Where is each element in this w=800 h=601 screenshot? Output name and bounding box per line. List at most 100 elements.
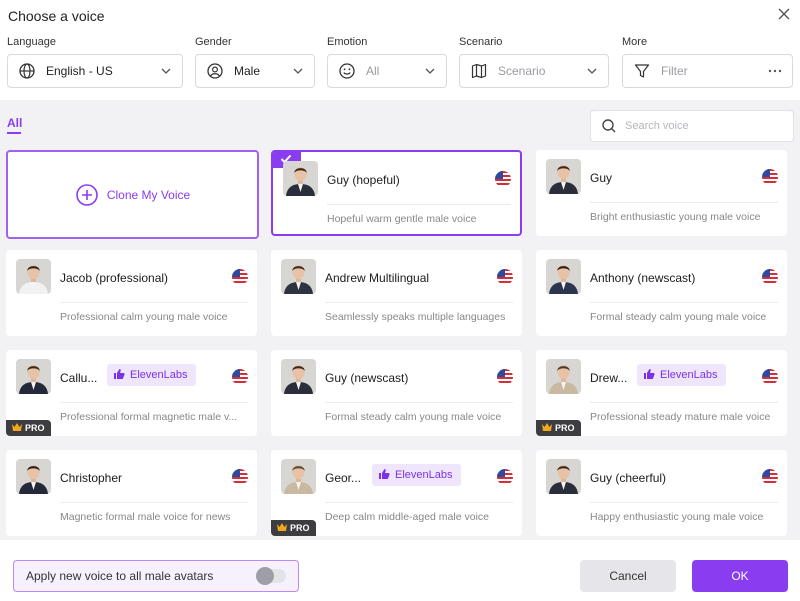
voice-description: Professional formal magnetic male v... — [60, 411, 238, 423]
thumbs-up-icon — [113, 368, 130, 383]
close-icon[interactable] — [776, 6, 792, 22]
voice-description: Seamlessly speaks multiple languages — [325, 311, 506, 323]
voice-description: Hopeful warm gentle male voice — [327, 213, 477, 225]
search-icon — [602, 119, 616, 133]
voice-description: Magnetic formal male voice for news — [60, 511, 231, 523]
clone-my-voice-card[interactable]: Clone My Voice — [6, 150, 259, 239]
pro-badge: PRO — [536, 420, 581, 436]
us-flag-icon — [762, 469, 778, 485]
more-filter-button[interactable]: Filter — [622, 54, 793, 88]
emotion-label: Emotion — [327, 36, 368, 48]
emotion-select[interactable]: All — [327, 54, 447, 88]
voice-card[interactable]: Guy (hopeful) Hopeful warm gentle male vo… — [271, 150, 522, 236]
card-divider — [325, 502, 513, 503]
voice-card[interactable]: Guy (newscast) Formal steady calm young m… — [271, 350, 522, 436]
apply-all-toggle[interactable] — [256, 567, 286, 585]
user-circle-icon — [207, 63, 223, 79]
language-select[interactable]: English - US — [7, 54, 183, 88]
voice-card[interactable]: Callu... ElevenLabs Professional formal ma… — [6, 350, 257, 436]
card-divider — [325, 302, 513, 303]
us-flag-icon — [762, 169, 778, 185]
pro-badge: PRO — [6, 420, 51, 436]
voice-card[interactable]: Anthony (newscast) Formal steady calm you… — [536, 250, 787, 336]
us-flag-icon — [232, 269, 248, 285]
voice-name: Guy — [590, 171, 613, 185]
avatar — [546, 159, 581, 194]
thumbs-up-icon — [378, 468, 395, 483]
avatar — [546, 459, 581, 494]
dialog-title: Choose a voice — [8, 8, 105, 24]
crown-icon — [12, 423, 25, 433]
us-flag-icon — [232, 469, 248, 485]
clone-my-voice-label: Clone My Voice — [106, 187, 191, 202]
chevron-down-icon — [587, 68, 597, 74]
tab-all[interactable]: All — [7, 116, 22, 130]
toggle-knob — [256, 567, 274, 585]
tab-all-underline — [7, 132, 21, 134]
apply-all-label: Apply new voice to all male avatars — [26, 569, 214, 583]
card-divider — [325, 402, 513, 403]
voice-name: Guy (newscast) — [325, 371, 409, 385]
card-divider — [60, 502, 248, 503]
pro-label: PRO — [290, 523, 310, 533]
voice-card[interactable]: Geor... ElevenLabs Deep calm middle-aged m… — [271, 450, 522, 536]
avatar — [546, 359, 581, 394]
gender-label: Gender — [195, 36, 232, 48]
voice-card[interactable]: Drew... ElevenLabs Professional steady mat… — [536, 350, 787, 436]
voice-card[interactable]: Jacob (professional) Professional calm yo… — [6, 250, 257, 336]
search-input[interactable] — [625, 120, 783, 132]
voice-name: Jacob (professional) — [60, 271, 169, 285]
voice-name: Guy (hopeful) — [327, 173, 400, 187]
scenario-label: Scenario — [459, 36, 503, 48]
us-flag-icon — [232, 369, 248, 385]
pro-label: PRO — [555, 423, 575, 433]
gender-select[interactable]: Male — [195, 54, 315, 88]
voice-card[interactable]: Christopher Magnetic formal male voice fo… — [6, 450, 257, 536]
dialog-header: Choose a voice Language English - US Gen… — [0, 0, 800, 100]
gender-value: Male — [234, 64, 261, 78]
search-box[interactable] — [590, 110, 794, 142]
voice-name: Callu... — [60, 371, 98, 385]
dialog-footer: Apply new voice to all male avatars Canc… — [0, 540, 800, 601]
cancel-button[interactable]: Cancel — [580, 560, 676, 592]
card-divider — [590, 502, 778, 503]
us-flag-icon — [497, 369, 513, 385]
card-divider — [60, 402, 248, 403]
us-flag-icon — [497, 269, 513, 285]
voice-card[interactable]: Andrew Multilingual Seamlessly speaks mul… — [271, 250, 522, 336]
elevenlabs-label: ElevenLabs — [130, 369, 188, 381]
voice-name: Guy (cheerful) — [590, 471, 667, 485]
card-divider — [60, 302, 248, 303]
avatar — [546, 259, 581, 294]
plus-circle-icon — [76, 183, 98, 206]
voice-name: Drew... — [590, 371, 628, 385]
elevenlabs-label: ElevenLabs — [395, 469, 453, 481]
thumbs-up-icon — [643, 368, 660, 383]
avatar — [16, 359, 51, 394]
language-value: English - US — [46, 64, 113, 78]
voice-list-area: All Clone My Voice Guy (hopeful) Hopeful … — [0, 100, 800, 540]
voice-description: Formal steady calm young male voice — [325, 411, 502, 423]
apply-all-male-avatars: Apply new voice to all male avatars — [13, 560, 299, 592]
card-divider — [590, 302, 778, 303]
map-icon — [471, 63, 487, 79]
voice-card[interactable]: Guy (cheerful) Happy enthusiastic young m… — [536, 450, 787, 536]
voice-name: Anthony (newscast) — [590, 271, 696, 285]
us-flag-icon — [762, 369, 778, 385]
ok-button[interactable]: OK — [692, 560, 788, 592]
voice-description: Professional calm young male voice — [60, 311, 228, 323]
voice-card[interactable]: Guy Bright enthusiastic young male voice — [536, 150, 787, 236]
voice-name: Geor... — [325, 471, 362, 485]
scenario-select[interactable]: Scenario — [459, 54, 609, 88]
emotion-value: All — [366, 64, 380, 78]
crown-icon — [542, 423, 555, 433]
filter-icon — [634, 64, 650, 78]
avatar — [283, 161, 318, 196]
elevenlabs-label: ElevenLabs — [660, 369, 718, 381]
elevenlabs-badge: ElevenLabs — [107, 364, 196, 386]
language-label: Language — [7, 36, 56, 48]
us-flag-icon — [497, 469, 513, 485]
chevron-down-icon — [161, 68, 171, 74]
more-label: More — [622, 36, 648, 48]
us-flag-icon — [495, 171, 511, 187]
